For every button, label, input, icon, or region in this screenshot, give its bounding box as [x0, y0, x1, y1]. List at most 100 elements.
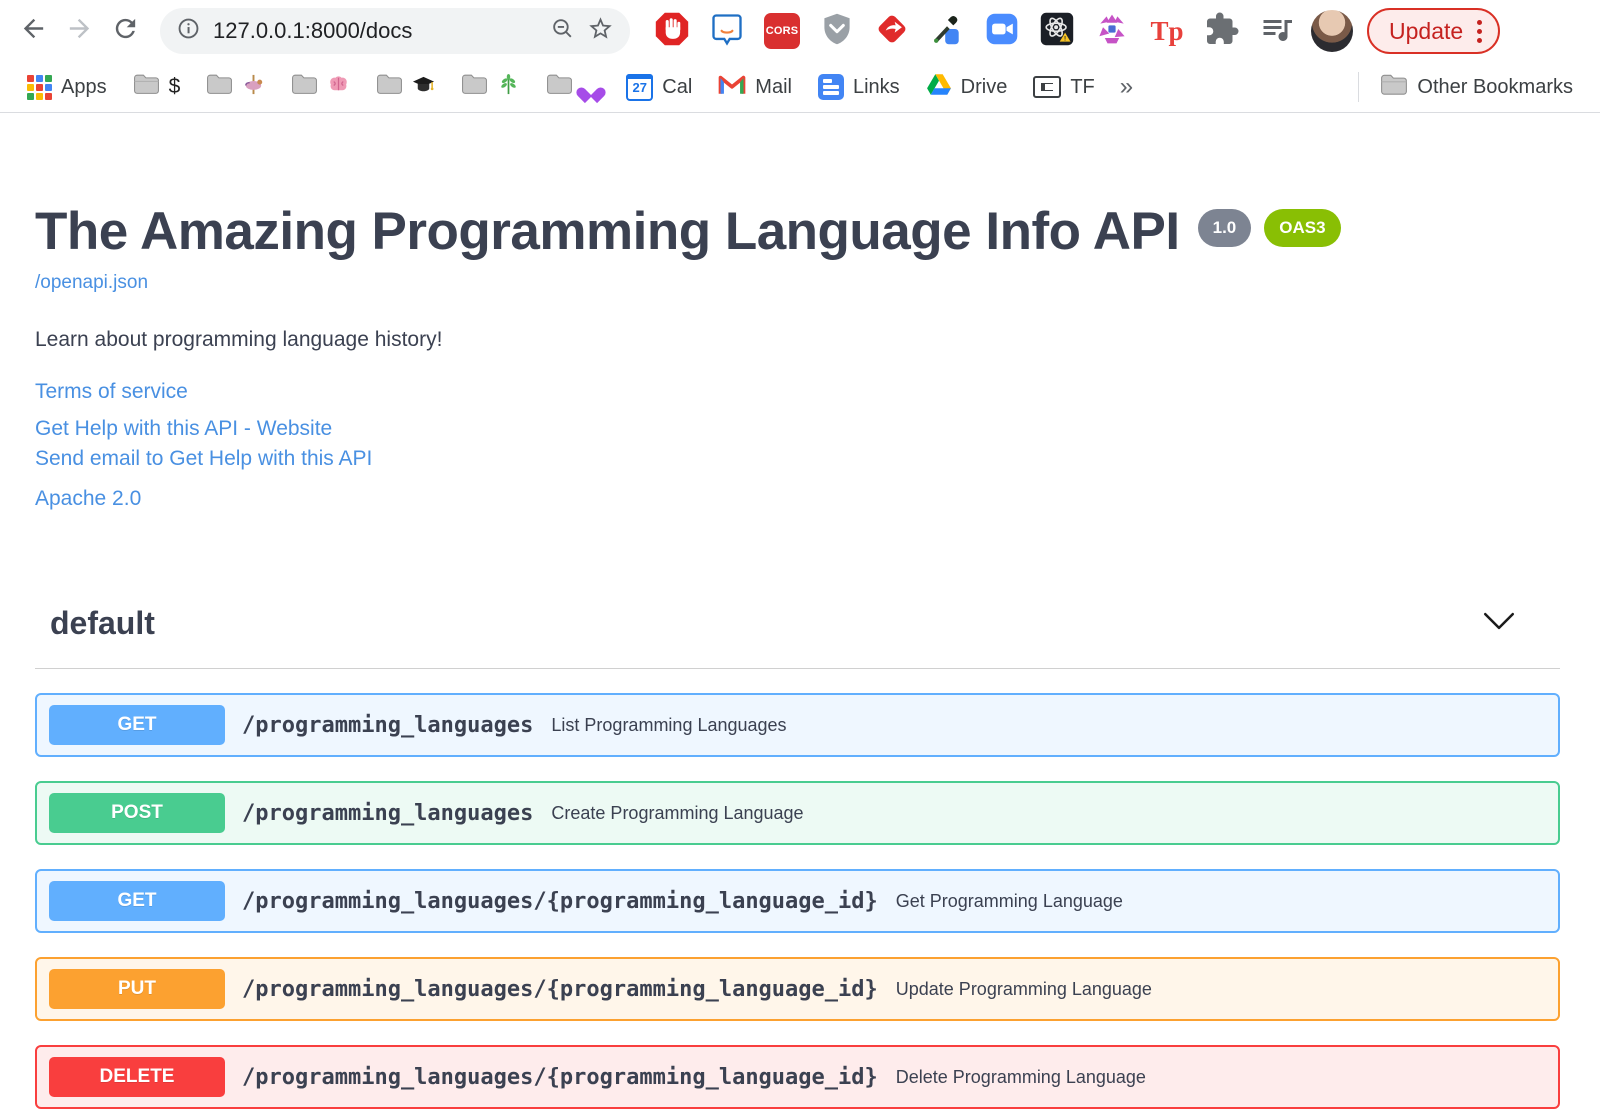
terms-of-service-link[interactable]: Terms of service: [35, 380, 188, 404]
eyedropper-extension-button[interactable]: [927, 11, 967, 51]
endpoint-summary: Get Programming Language: [895, 890, 1123, 911]
playlist-icon: [1259, 11, 1295, 52]
tag-section-title: default: [50, 605, 155, 641]
endpoint-path: /programming_languages: [242, 712, 534, 738]
method-badge: PUT: [49, 969, 225, 1009]
recycle-extension-button[interactable]: [1092, 11, 1132, 51]
bookmarks-overflow-chevron[interactable]: »: [1108, 73, 1145, 101]
chat-bubble-icon: [709, 11, 745, 52]
oas3-badge: OAS3: [1264, 209, 1341, 247]
gmail-icon: [718, 73, 746, 102]
shield-icon: [819, 11, 855, 52]
chevron-down-icon[interactable]: [1483, 612, 1515, 635]
bookmark-label: Cal: [662, 75, 693, 98]
bookmark-folder-brain[interactable]: [278, 69, 363, 105]
endpoint-summary: Update Programming Language: [895, 978, 1152, 999]
bookmark-calendar[interactable]: 27 Cal: [613, 69, 705, 105]
endpoint-summary: Delete Programming Language: [895, 1066, 1146, 1087]
reload-button[interactable]: [102, 8, 148, 54]
update-label: Update: [1389, 17, 1464, 44]
folder-icon: [291, 73, 318, 101]
bookmark-links[interactable]: Links: [805, 69, 913, 105]
shield-extension-button[interactable]: [817, 11, 857, 51]
address-bar[interactable]: 127.0.0.1:8000/docs: [160, 8, 630, 54]
swagger-page: The Amazing Programming Language Info AP…: [0, 203, 1600, 1109]
media-playlist-button[interactable]: [1257, 11, 1297, 51]
eyedropper-icon: [929, 11, 965, 52]
graduation-cap-icon: [412, 73, 435, 102]
bookmark-tf[interactable]: TF: [1020, 69, 1107, 105]
other-bookmarks-label: Other Bookmarks: [1417, 75, 1573, 98]
dollar-marker: $: [168, 75, 181, 98]
endpoint-path: /programming_languages/{programming_lang…: [242, 1064, 878, 1090]
react-devtools-extension-button[interactable]: !: [1037, 11, 1077, 51]
endpoint-row-put-update[interactable]: PUT /programming_languages/{programming_…: [35, 957, 1560, 1021]
method-badge: GET: [49, 705, 225, 745]
endpoint-path: /programming_languages/{programming_lang…: [242, 888, 878, 914]
license-link[interactable]: Apache 2.0: [35, 487, 141, 511]
browser-menu-dots-icon[interactable]: [1477, 19, 1483, 43]
endpoint-path: /programming_languages: [242, 800, 534, 826]
bookmarks-divider: [1358, 72, 1360, 102]
forward-icon: [65, 14, 94, 48]
contact-website-link[interactable]: Get Help with this API - Website: [35, 414, 1560, 444]
tp-icon: Tp: [1150, 15, 1184, 46]
other-bookmarks-folder[interactable]: Other Bookmarks: [1367, 69, 1586, 105]
reload-icon: [111, 14, 140, 48]
extensions-row: CORS ! Tp: [652, 11, 1297, 51]
tp-extension-button[interactable]: Tp: [1147, 11, 1187, 51]
zoom-out-icon[interactable]: [550, 16, 575, 46]
diamond-arrow-icon: [874, 11, 910, 52]
extensions-menu-button[interactable]: [1202, 11, 1242, 51]
bookmark-label: TF: [1070, 75, 1095, 98]
endpoint-summary: Create Programming Language: [551, 802, 804, 823]
bookmark-star-icon[interactable]: [587, 15, 614, 47]
bookmark-label: Links: [852, 75, 900, 98]
bookmark-folder-herb[interactable]: [448, 69, 533, 105]
page-title: The Amazing Programming Language Info AP…: [35, 202, 1180, 261]
back-button[interactable]: [10, 8, 56, 54]
folder-icon: [546, 73, 573, 101]
tag-section-header[interactable]: default: [35, 605, 1560, 669]
bookmark-label: Drive: [960, 75, 1008, 98]
brain-icon: [327, 73, 350, 102]
bookmark-folder-dollar[interactable]: $: [120, 69, 194, 105]
version-badge: 1.0: [1197, 209, 1252, 247]
endpoint-row-post-create[interactable]: POST /programming_languages Create Progr…: [35, 781, 1560, 845]
bookmark-folder-heart[interactable]: [533, 69, 613, 105]
back-icon: [19, 14, 48, 48]
method-badge: DELETE: [49, 1057, 225, 1097]
bookmark-folder-graduation[interactable]: [363, 69, 448, 105]
endpoint-row-get-list[interactable]: GET /programming_languages List Programm…: [35, 693, 1560, 757]
bookmark-apps[interactable]: Apps: [14, 69, 120, 105]
chat-extension-button[interactable]: [707, 11, 747, 51]
folder-icon: [206, 73, 233, 101]
purple-heart-icon: [582, 81, 600, 97]
browser-toolbar: 127.0.0.1:8000/docs CORS ! Tp Update: [0, 0, 1600, 62]
adblock-extension-button[interactable]: [652, 11, 692, 51]
profile-avatar[interactable]: [1311, 10, 1353, 52]
endpoint-row-delete[interactable]: DELETE /programming_languages/{programmi…: [35, 1045, 1560, 1109]
google-calendar-icon: 27: [626, 73, 654, 101]
url-text[interactable]: 127.0.0.1:8000/docs: [213, 18, 538, 44]
puzzle-icon: [1204, 11, 1240, 52]
google-drive-icon: [926, 73, 952, 102]
cors-extension-button[interactable]: CORS: [762, 11, 802, 51]
update-button[interactable]: Update: [1367, 8, 1501, 54]
zoom-extension-button[interactable]: [982, 11, 1022, 51]
herb-icon: [497, 73, 520, 102]
openapi-spec-link[interactable]: /openapi.json: [35, 272, 148, 294]
folder-icon: [376, 73, 403, 101]
browser-chrome: 127.0.0.1:8000/docs CORS ! Tp Update App…: [0, 0, 1600, 113]
contact-email-link[interactable]: Send email to Get Help with this API: [35, 444, 1560, 474]
adblock-hand-icon: [654, 11, 690, 52]
bookmark-gmail[interactable]: Mail: [705, 69, 805, 105]
forward-button[interactable]: [56, 8, 102, 54]
bookmark-folder-carousel[interactable]: [193, 69, 278, 105]
info-icon[interactable]: [176, 16, 201, 46]
folder-icon: [461, 73, 488, 101]
diamond-extension-button[interactable]: [872, 11, 912, 51]
bookmark-drive[interactable]: Drive: [913, 69, 1021, 105]
endpoint-path: /programming_languages/{programming_lang…: [242, 976, 878, 1002]
endpoint-row-get-one[interactable]: GET /programming_languages/{programming_…: [35, 869, 1560, 933]
